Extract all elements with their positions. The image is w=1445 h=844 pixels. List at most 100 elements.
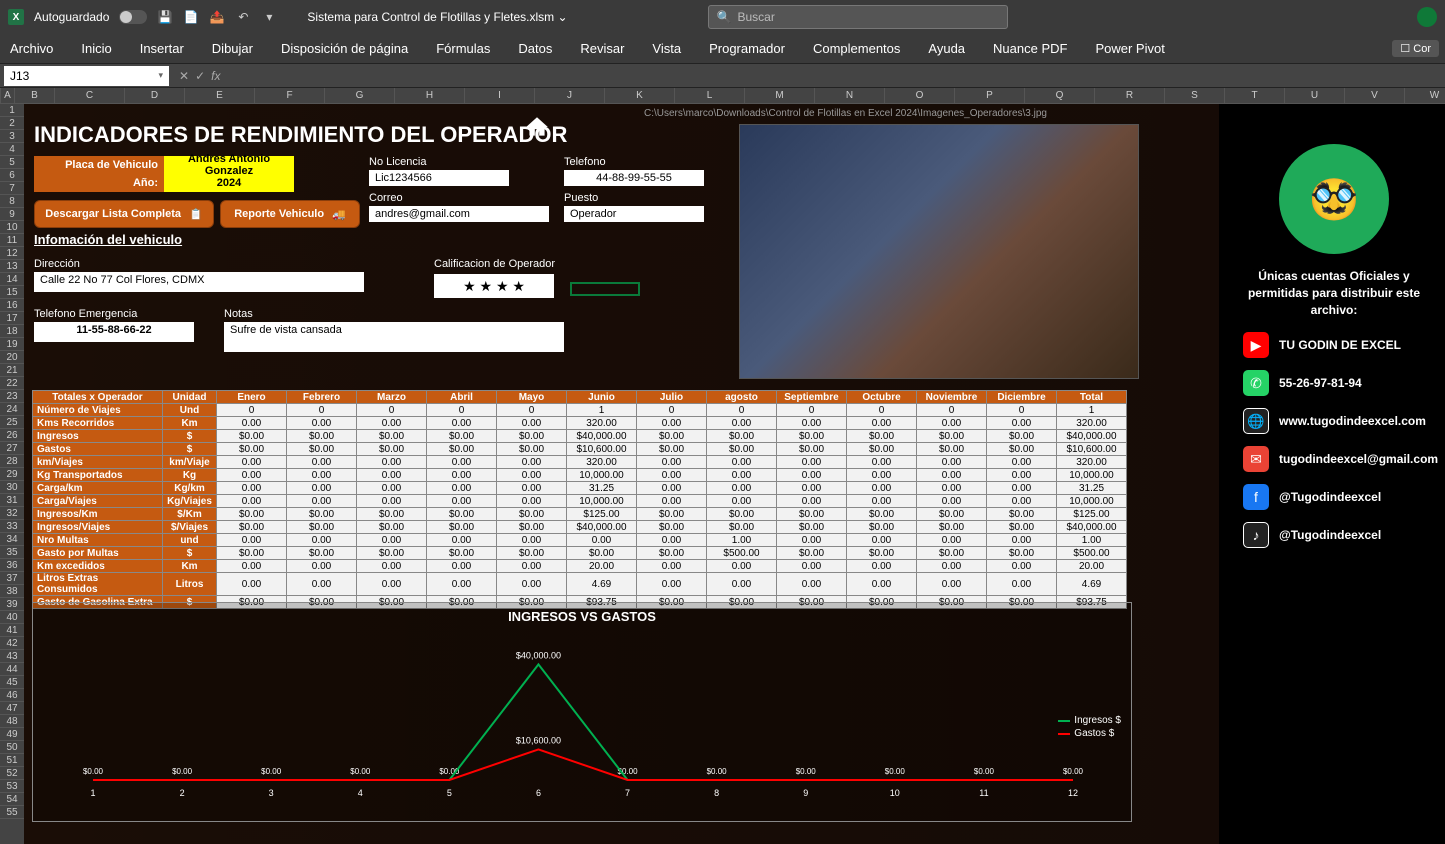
row-header[interactable]: 4 [0, 143, 24, 156]
col-header[interactable]: O [885, 88, 955, 103]
row-header[interactable]: 22 [0, 377, 24, 390]
col-header[interactable]: W [1405, 88, 1445, 103]
row-header[interactable]: 33 [0, 520, 24, 533]
col-header[interactable]: S [1165, 88, 1225, 103]
download-button[interactable]: Descargar Lista Completa 📋 [34, 200, 214, 228]
col-header[interactable]: H [395, 88, 465, 103]
row-header[interactable]: 5 [0, 156, 24, 169]
notas-value[interactable]: Sufre de vista cansada [224, 322, 564, 352]
save-icon[interactable]: 💾 [157, 9, 173, 25]
row-header[interactable]: 26 [0, 429, 24, 442]
social-web[interactable]: 🌐www.tugodindeexcel.com [1229, 408, 1439, 434]
search-box[interactable]: 🔍 Buscar [708, 5, 1008, 29]
tab-complementos[interactable]: Complementos [809, 37, 904, 60]
col-header[interactable]: M [745, 88, 815, 103]
licencia-value[interactable]: Lic1234566 [369, 170, 509, 186]
row-header[interactable]: 7 [0, 182, 24, 195]
col-header[interactable]: A [1, 88, 15, 103]
name-box[interactable]: J13▾ [4, 66, 169, 86]
row-header[interactable]: 52 [0, 767, 24, 780]
row-header[interactable]: 51 [0, 754, 24, 767]
row-header[interactable]: 17 [0, 312, 24, 325]
col-header[interactable]: K [605, 88, 675, 103]
tab-disposicion[interactable]: Disposición de página [277, 37, 412, 60]
undo-icon[interactable]: ↶ [235, 9, 251, 25]
tab-archivo[interactable]: Archivo [6, 37, 57, 60]
col-header[interactable]: U [1285, 88, 1345, 103]
row-header[interactable]: 25 [0, 416, 24, 429]
social-gmail[interactable]: ✉tugodindeexcel@gmail.com [1229, 446, 1439, 472]
col-header[interactable]: Q [1025, 88, 1095, 103]
row-header[interactable]: 8 [0, 195, 24, 208]
row-header[interactable]: 35 [0, 546, 24, 559]
tab-inicio[interactable]: Inicio [77, 37, 115, 60]
row-header[interactable]: 12 [0, 247, 24, 260]
row-header[interactable]: 15 [0, 286, 24, 299]
social-whatsapp[interactable]: ✆55-26-97-81-94 [1229, 370, 1439, 396]
formula-input[interactable] [230, 66, 1445, 86]
tab-insertar[interactable]: Insertar [136, 37, 188, 60]
telefono-value[interactable]: 44-88-99-55-55 [564, 170, 704, 186]
row-header[interactable]: 19 [0, 338, 24, 351]
row-header[interactable]: 41 [0, 624, 24, 637]
row-header[interactable]: 46 [0, 689, 24, 702]
social-youtube[interactable]: ▶TU GODIN DE EXCEL [1229, 332, 1439, 358]
redo-icon[interactable]: ▾ [261, 9, 277, 25]
tab-datos[interactable]: Datos [514, 37, 556, 60]
col-header[interactable]: L [675, 88, 745, 103]
tab-revisar[interactable]: Revisar [576, 37, 628, 60]
row-header[interactable]: 38 [0, 585, 24, 598]
puesto-value[interactable]: Operador [564, 206, 704, 222]
row-header[interactable]: 29 [0, 468, 24, 481]
col-header[interactable]: B [15, 88, 55, 103]
row-header[interactable]: 53 [0, 780, 24, 793]
home-icon[interactable] [524, 114, 550, 140]
row-header[interactable]: 37 [0, 572, 24, 585]
col-header[interactable]: I [465, 88, 535, 103]
col-header[interactable]: R [1095, 88, 1165, 103]
cancel-icon[interactable]: ✕ [179, 69, 189, 83]
tab-programador[interactable]: Programador [705, 37, 789, 60]
row-header[interactable]: 10 [0, 221, 24, 234]
row-header[interactable]: 50 [0, 741, 24, 754]
selected-cell[interactable] [570, 282, 640, 296]
share-icon[interactable]: 📤 [209, 9, 225, 25]
filename[interactable]: Sistema para Control de Flotillas y Flet… [307, 10, 567, 24]
social-facebook[interactable]: f@Tugodindeexcel [1229, 484, 1439, 510]
ribbon-collapse[interactable]: ☐ Cor [1392, 40, 1439, 57]
col-header[interactable]: N [815, 88, 885, 103]
col-header[interactable]: F [255, 88, 325, 103]
col-header[interactable]: T [1225, 88, 1285, 103]
row-header[interactable]: 28 [0, 455, 24, 468]
row-header[interactable]: 18 [0, 325, 24, 338]
row-header[interactable]: 1 [0, 104, 24, 117]
row-header[interactable]: 11 [0, 234, 24, 247]
row-header[interactable]: 24 [0, 403, 24, 416]
row-header[interactable]: 44 [0, 663, 24, 676]
row-header[interactable]: 39 [0, 598, 24, 611]
tel-emerg-value[interactable]: 11-55-88-66-22 [34, 322, 194, 342]
col-header[interactable]: J [535, 88, 605, 103]
col-header[interactable]: G [325, 88, 395, 103]
row-header[interactable]: 48 [0, 715, 24, 728]
row-header[interactable]: 14 [0, 273, 24, 286]
row-header[interactable]: 43 [0, 650, 24, 663]
report-button[interactable]: Reporte Vehiculo 🚚 [220, 200, 360, 228]
tab-ayuda[interactable]: Ayuda [924, 37, 969, 60]
correo-value[interactable]: andres@gmail.com [369, 206, 549, 222]
row-header[interactable]: 3 [0, 130, 24, 143]
row-header[interactable]: 9 [0, 208, 24, 221]
row-header[interactable]: 42 [0, 637, 24, 650]
user-avatar[interactable] [1417, 7, 1437, 27]
tab-vista[interactable]: Vista [648, 37, 685, 60]
row-header[interactable]: 20 [0, 351, 24, 364]
new-icon[interactable]: 📄 [183, 9, 199, 25]
autosave-toggle[interactable] [119, 10, 147, 24]
row-header[interactable]: 32 [0, 507, 24, 520]
fx-icon[interactable]: fx [211, 69, 220, 83]
tab-formulas[interactable]: Fórmulas [432, 37, 494, 60]
col-header[interactable]: C [55, 88, 125, 103]
row-header[interactable]: 55 [0, 806, 24, 819]
tab-dibujar[interactable]: Dibujar [208, 37, 257, 60]
row-header[interactable]: 45 [0, 676, 24, 689]
